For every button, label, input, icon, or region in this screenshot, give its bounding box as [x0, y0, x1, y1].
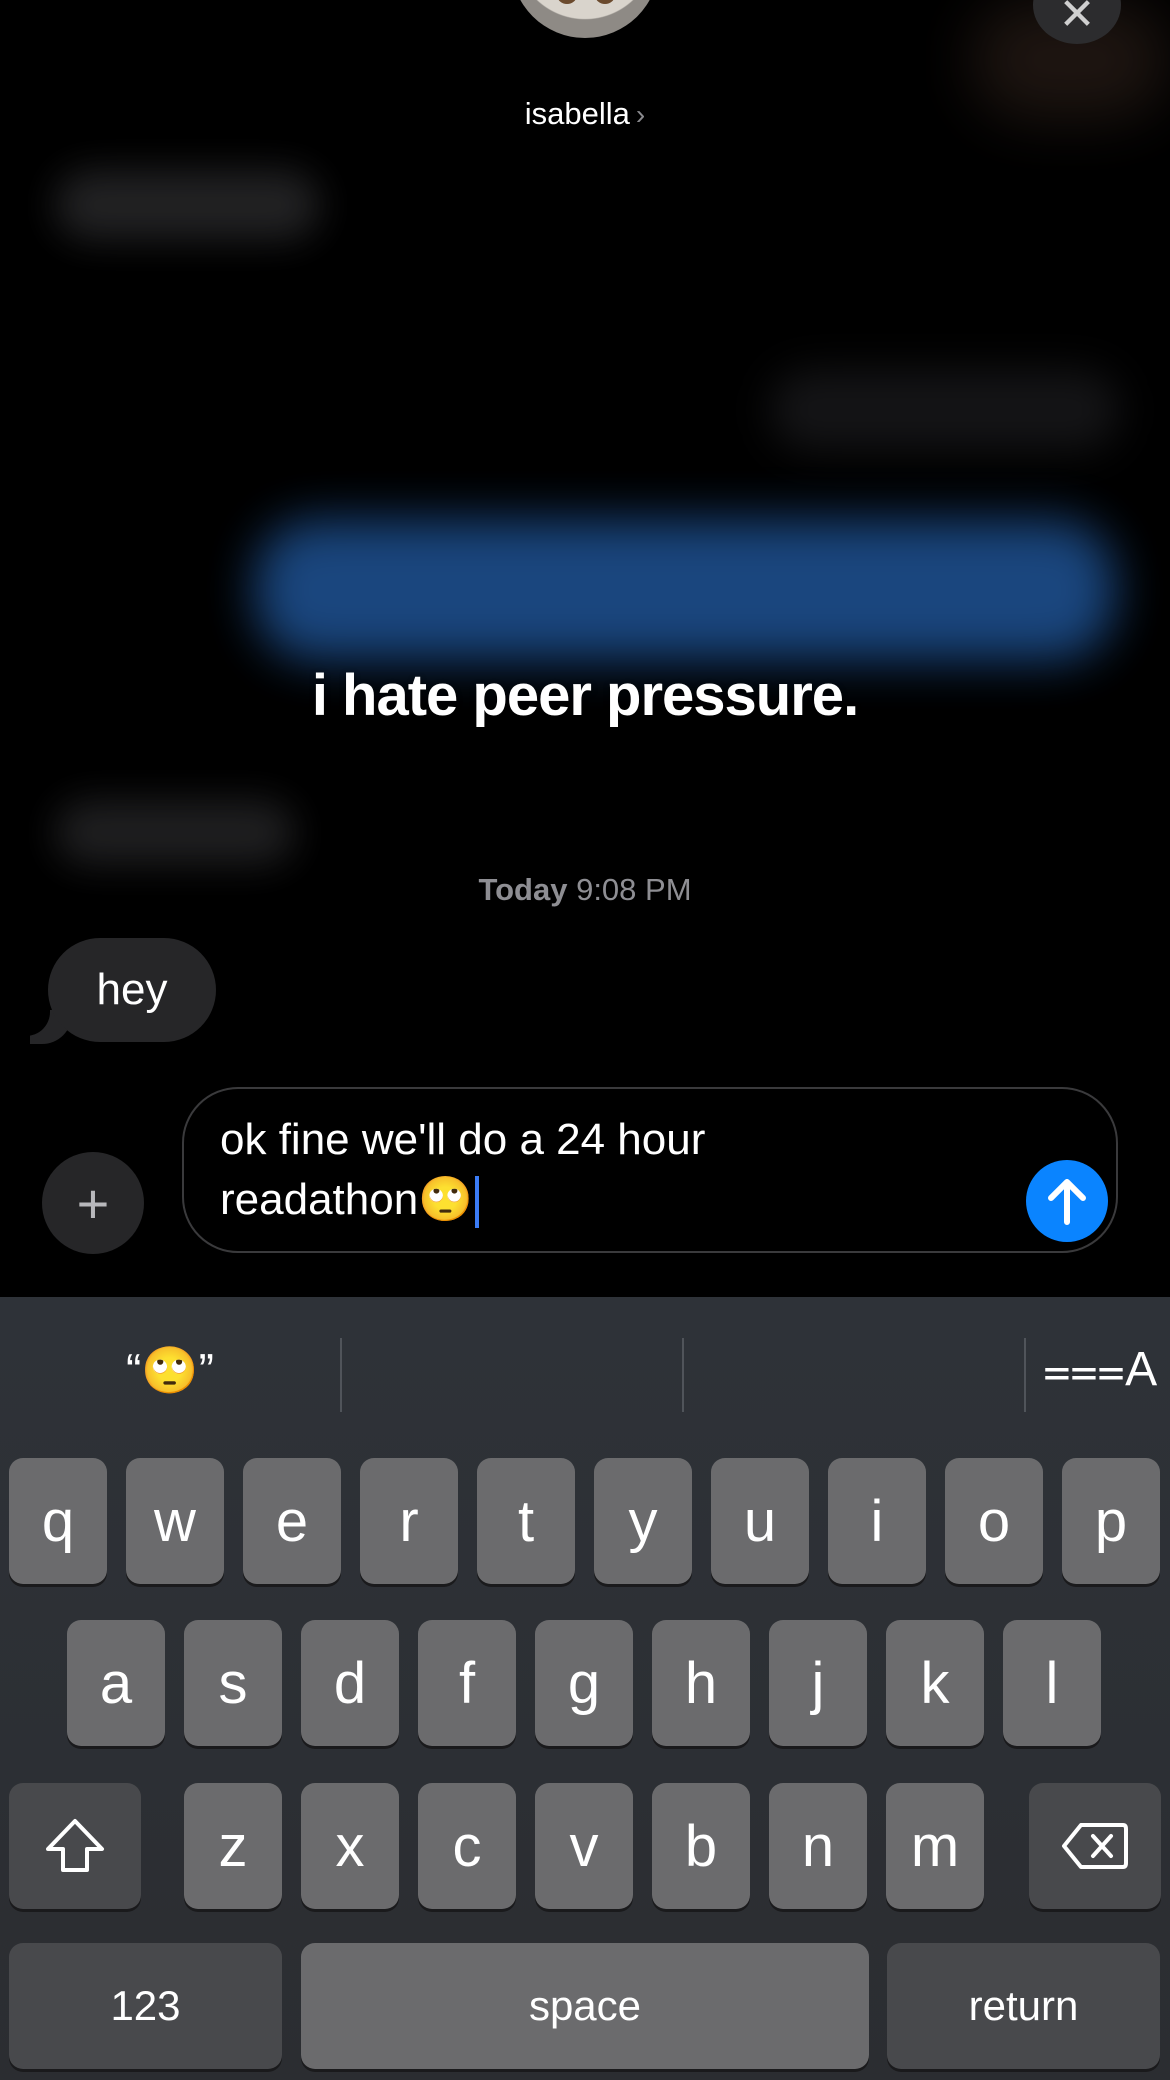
- contact-name[interactable]: isabella ›: [0, 96, 1170, 132]
- key-v[interactable]: v: [535, 1783, 633, 1909]
- blurred-message: [770, 370, 1120, 450]
- message-input-line: readathon🙄: [220, 1170, 1020, 1230]
- text-cursor: [474, 1176, 479, 1229]
- key-t[interactable]: t: [477, 1458, 575, 1584]
- timestamp-day: Today: [478, 872, 568, 907]
- key-l[interactable]: l: [1003, 1620, 1101, 1746]
- numbers-key[interactable]: 123: [9, 1943, 282, 2069]
- blurred-message: [55, 800, 295, 865]
- shift-icon: [46, 1819, 104, 1872]
- incoming-message-bubble[interactable]: hey: [48, 938, 216, 1042]
- key-x[interactable]: x: [301, 1783, 399, 1909]
- timestamp-time: 9:08 PM: [576, 872, 692, 907]
- message-input-text[interactable]: ok fine we'll do a 24 hour readathon🙄: [220, 1110, 1020, 1230]
- blurred-sent-message: [255, 520, 1115, 660]
- arrow-up-icon: [1048, 1179, 1086, 1225]
- key-m[interactable]: m: [886, 1783, 984, 1909]
- key-c[interactable]: c: [418, 1783, 516, 1909]
- suggestion-divider: [1024, 1338, 1026, 1412]
- key-g[interactable]: g: [535, 1620, 633, 1746]
- close-icon: ✕: [1058, 0, 1096, 39]
- key-n[interactable]: n: [769, 1783, 867, 1909]
- blurred-message: [55, 170, 320, 240]
- key-d[interactable]: d: [301, 1620, 399, 1746]
- key-s[interactable]: s: [184, 1620, 282, 1746]
- contact-name-label: isabella: [524, 96, 630, 131]
- space-key[interactable]: space: [301, 1943, 869, 2069]
- return-key[interactable]: return: [887, 1943, 1160, 2069]
- key-h[interactable]: h: [652, 1620, 750, 1746]
- key-o[interactable]: o: [945, 1458, 1043, 1584]
- key-b[interactable]: b: [652, 1783, 750, 1909]
- key-u[interactable]: u: [711, 1458, 809, 1584]
- key-a[interactable]: a: [67, 1620, 165, 1746]
- key-j[interactable]: j: [769, 1620, 867, 1746]
- key-f[interactable]: f: [418, 1620, 516, 1746]
- key-p[interactable]: p: [1062, 1458, 1160, 1584]
- delete-icon: [1062, 1823, 1128, 1869]
- key-e[interactable]: e: [243, 1458, 341, 1584]
- suggestion-item-empty[interactable]: [342, 1330, 682, 1410]
- key-q[interactable]: q: [9, 1458, 107, 1584]
- message-input-line: ok fine we'll do a 24 hour: [220, 1115, 706, 1164]
- shift-key[interactable]: [9, 1783, 141, 1909]
- key-z[interactable]: z: [184, 1783, 282, 1909]
- delete-key[interactable]: [1029, 1783, 1161, 1909]
- key-w[interactable]: w: [126, 1458, 224, 1584]
- key-r[interactable]: r: [360, 1458, 458, 1584]
- key-y[interactable]: y: [594, 1458, 692, 1584]
- send-button[interactable]: [1026, 1160, 1108, 1242]
- suggestion-item-empty[interactable]: [684, 1330, 1024, 1410]
- plus-icon: +: [76, 1171, 110, 1235]
- text-format-icon[interactable]: ⩶A: [1030, 1330, 1170, 1410]
- contact-avatar[interactable]: [511, 0, 659, 38]
- chevron-right-icon: ›: [635, 99, 646, 130]
- add-attachment-button[interactable]: +: [42, 1152, 144, 1254]
- message-timestamp: Today 9:08 PM: [0, 872, 1170, 908]
- key-i[interactable]: i: [828, 1458, 926, 1584]
- suggestion-item[interactable]: “🙄”: [0, 1330, 340, 1410]
- key-k[interactable]: k: [886, 1620, 984, 1746]
- overlay-caption: i hate peer pressure.: [311, 663, 859, 728]
